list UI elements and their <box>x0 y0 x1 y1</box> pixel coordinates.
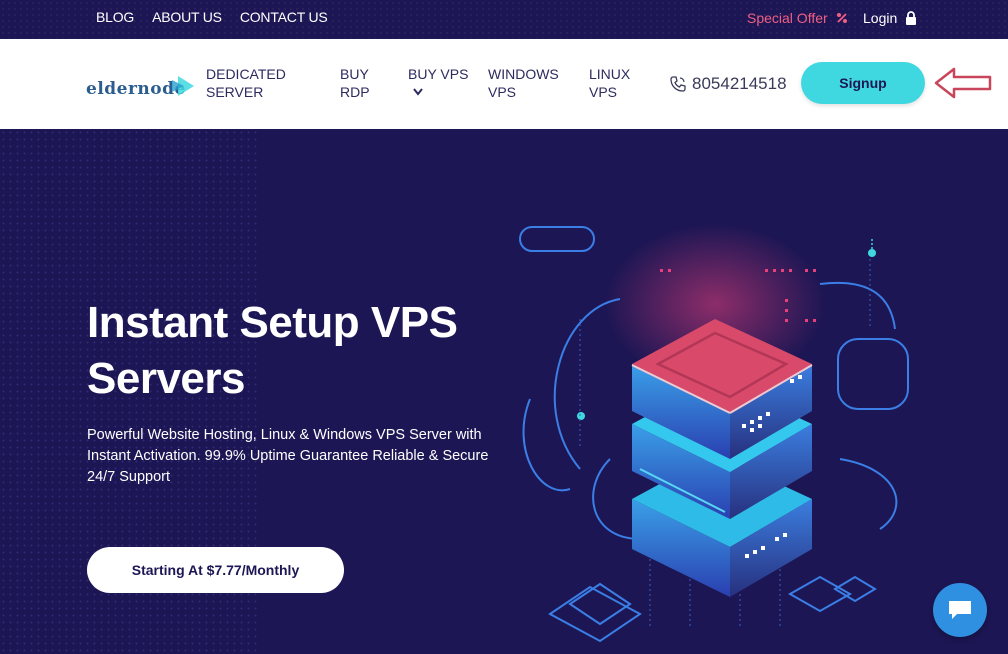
about-us-link[interactable]: ABOUT US <box>152 9 222 25</box>
phone-number: 8054214518 <box>692 74 787 93</box>
top-links: BLOG ABOUT US CONTACT US <box>96 9 328 25</box>
percent-icon <box>836 13 847 23</box>
nav-buy-rdp-line1: BUY <box>340 66 369 82</box>
nav-dedicated-line2: SERVER <box>206 84 264 100</box>
arrow-left-icon <box>934 67 992 99</box>
logo-wordmark: eldernode <box>86 79 186 99</box>
contact-us-link[interactable]: CONTACT US <box>240 9 328 25</box>
phone-link[interactable]: 8054214518 <box>670 74 787 94</box>
hero-description: Powerful Website Hosting, Linux & Window… <box>87 427 489 485</box>
pricing-cta-button[interactable]: Starting At $7.77/Monthly <box>87 547 344 593</box>
special-offer-link[interactable]: Special Offer <box>747 10 848 26</box>
logo-mark: eldernode <box>86 76 194 99</box>
login-label: Login <box>863 10 898 26</box>
signup-button[interactable]: Signup <box>801 62 925 104</box>
nav-windows-line2: VPS <box>488 84 517 100</box>
nav-windows-vps[interactable]: WINDOWS VPS <box>488 65 559 101</box>
nav-linux-line1: LINUX <box>589 66 631 82</box>
eldernode-logo[interactable]: eldernode <box>86 72 198 107</box>
nav-windows-line1: WINDOWS <box>488 66 559 82</box>
nav-dedicated-line1: DEDICATED <box>206 66 286 82</box>
top-bar: BLOG ABOUT US CONTACT US Special Offer L… <box>0 0 1008 39</box>
nav-dedicated-server[interactable]: DEDICATED SERVER <box>206 65 286 101</box>
server-illustration <box>519 224 909 643</box>
hero-title: Instant Setup VPS Servers <box>87 298 458 403</box>
nav-linux-vps[interactable]: LINUX VPS <box>589 65 630 101</box>
blog-link[interactable]: BLOG <box>96 9 134 25</box>
hero-section: Instant Setup VPS Servers Powerful Websi… <box>0 129 1008 654</box>
nav-buy-rdp-line2: RDP <box>340 84 370 100</box>
nav-linux-line2: VPS <box>589 84 618 100</box>
chevron-down-icon <box>413 88 423 96</box>
nav-buy-vps[interactable]: BUY VPS <box>408 65 468 101</box>
special-offer-label: Special Offer <box>747 10 828 26</box>
login-link[interactable]: Login <box>863 10 917 26</box>
chat-icon <box>949 601 971 619</box>
nav-buy-vps-label: BUY VPS <box>408 66 469 82</box>
chat-widget-button[interactable] <box>933 583 987 637</box>
lock-icon <box>906 11 917 25</box>
nav-buy-rdp[interactable]: BUY RDP <box>340 65 370 101</box>
phone-icon <box>670 76 686 92</box>
